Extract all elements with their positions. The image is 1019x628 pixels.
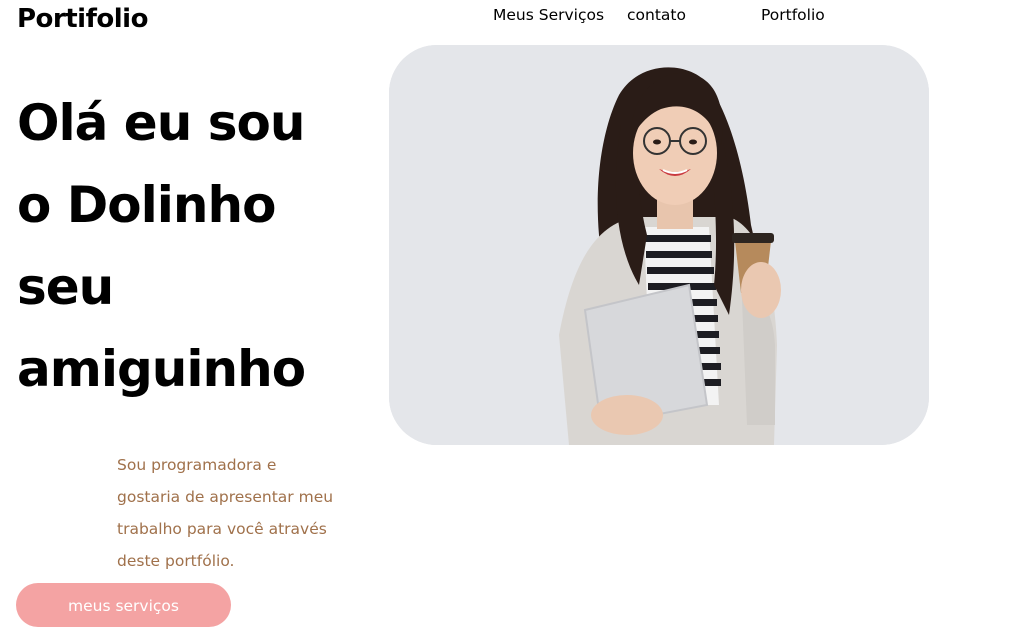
hero-description-line: Sou programadora e (117, 456, 277, 474)
hero-photo (389, 45, 929, 445)
hero-title-line: amiguinho (17, 340, 306, 398)
meus-servicos-button[interactable]: meus serviços (16, 583, 231, 627)
logo[interactable]: Portifolio (17, 4, 148, 34)
nav-link-portfolio[interactable]: Portfolio (761, 6, 825, 24)
hero-description: Sou programadora e gostaria de apresenta… (117, 449, 357, 577)
nav-link-contato[interactable]: contato (627, 6, 686, 24)
hero-title: Olá eu sou o Dolinho seu amiguinho (17, 82, 377, 410)
hero-photo-illustration (389, 45, 929, 445)
hero-description-line: trabalho para você através (117, 520, 327, 538)
hero-description-line: gostaria de apresentar meu (117, 488, 334, 506)
hero-title-line: Olá eu sou (17, 94, 305, 152)
nav-link-meus-servicos[interactable]: Meus Serviços (493, 6, 604, 24)
hero-description-line: deste portfólio. (117, 552, 235, 570)
hero-title-line: seu (17, 258, 114, 316)
hero-title-line: o Dolinho (17, 176, 276, 234)
